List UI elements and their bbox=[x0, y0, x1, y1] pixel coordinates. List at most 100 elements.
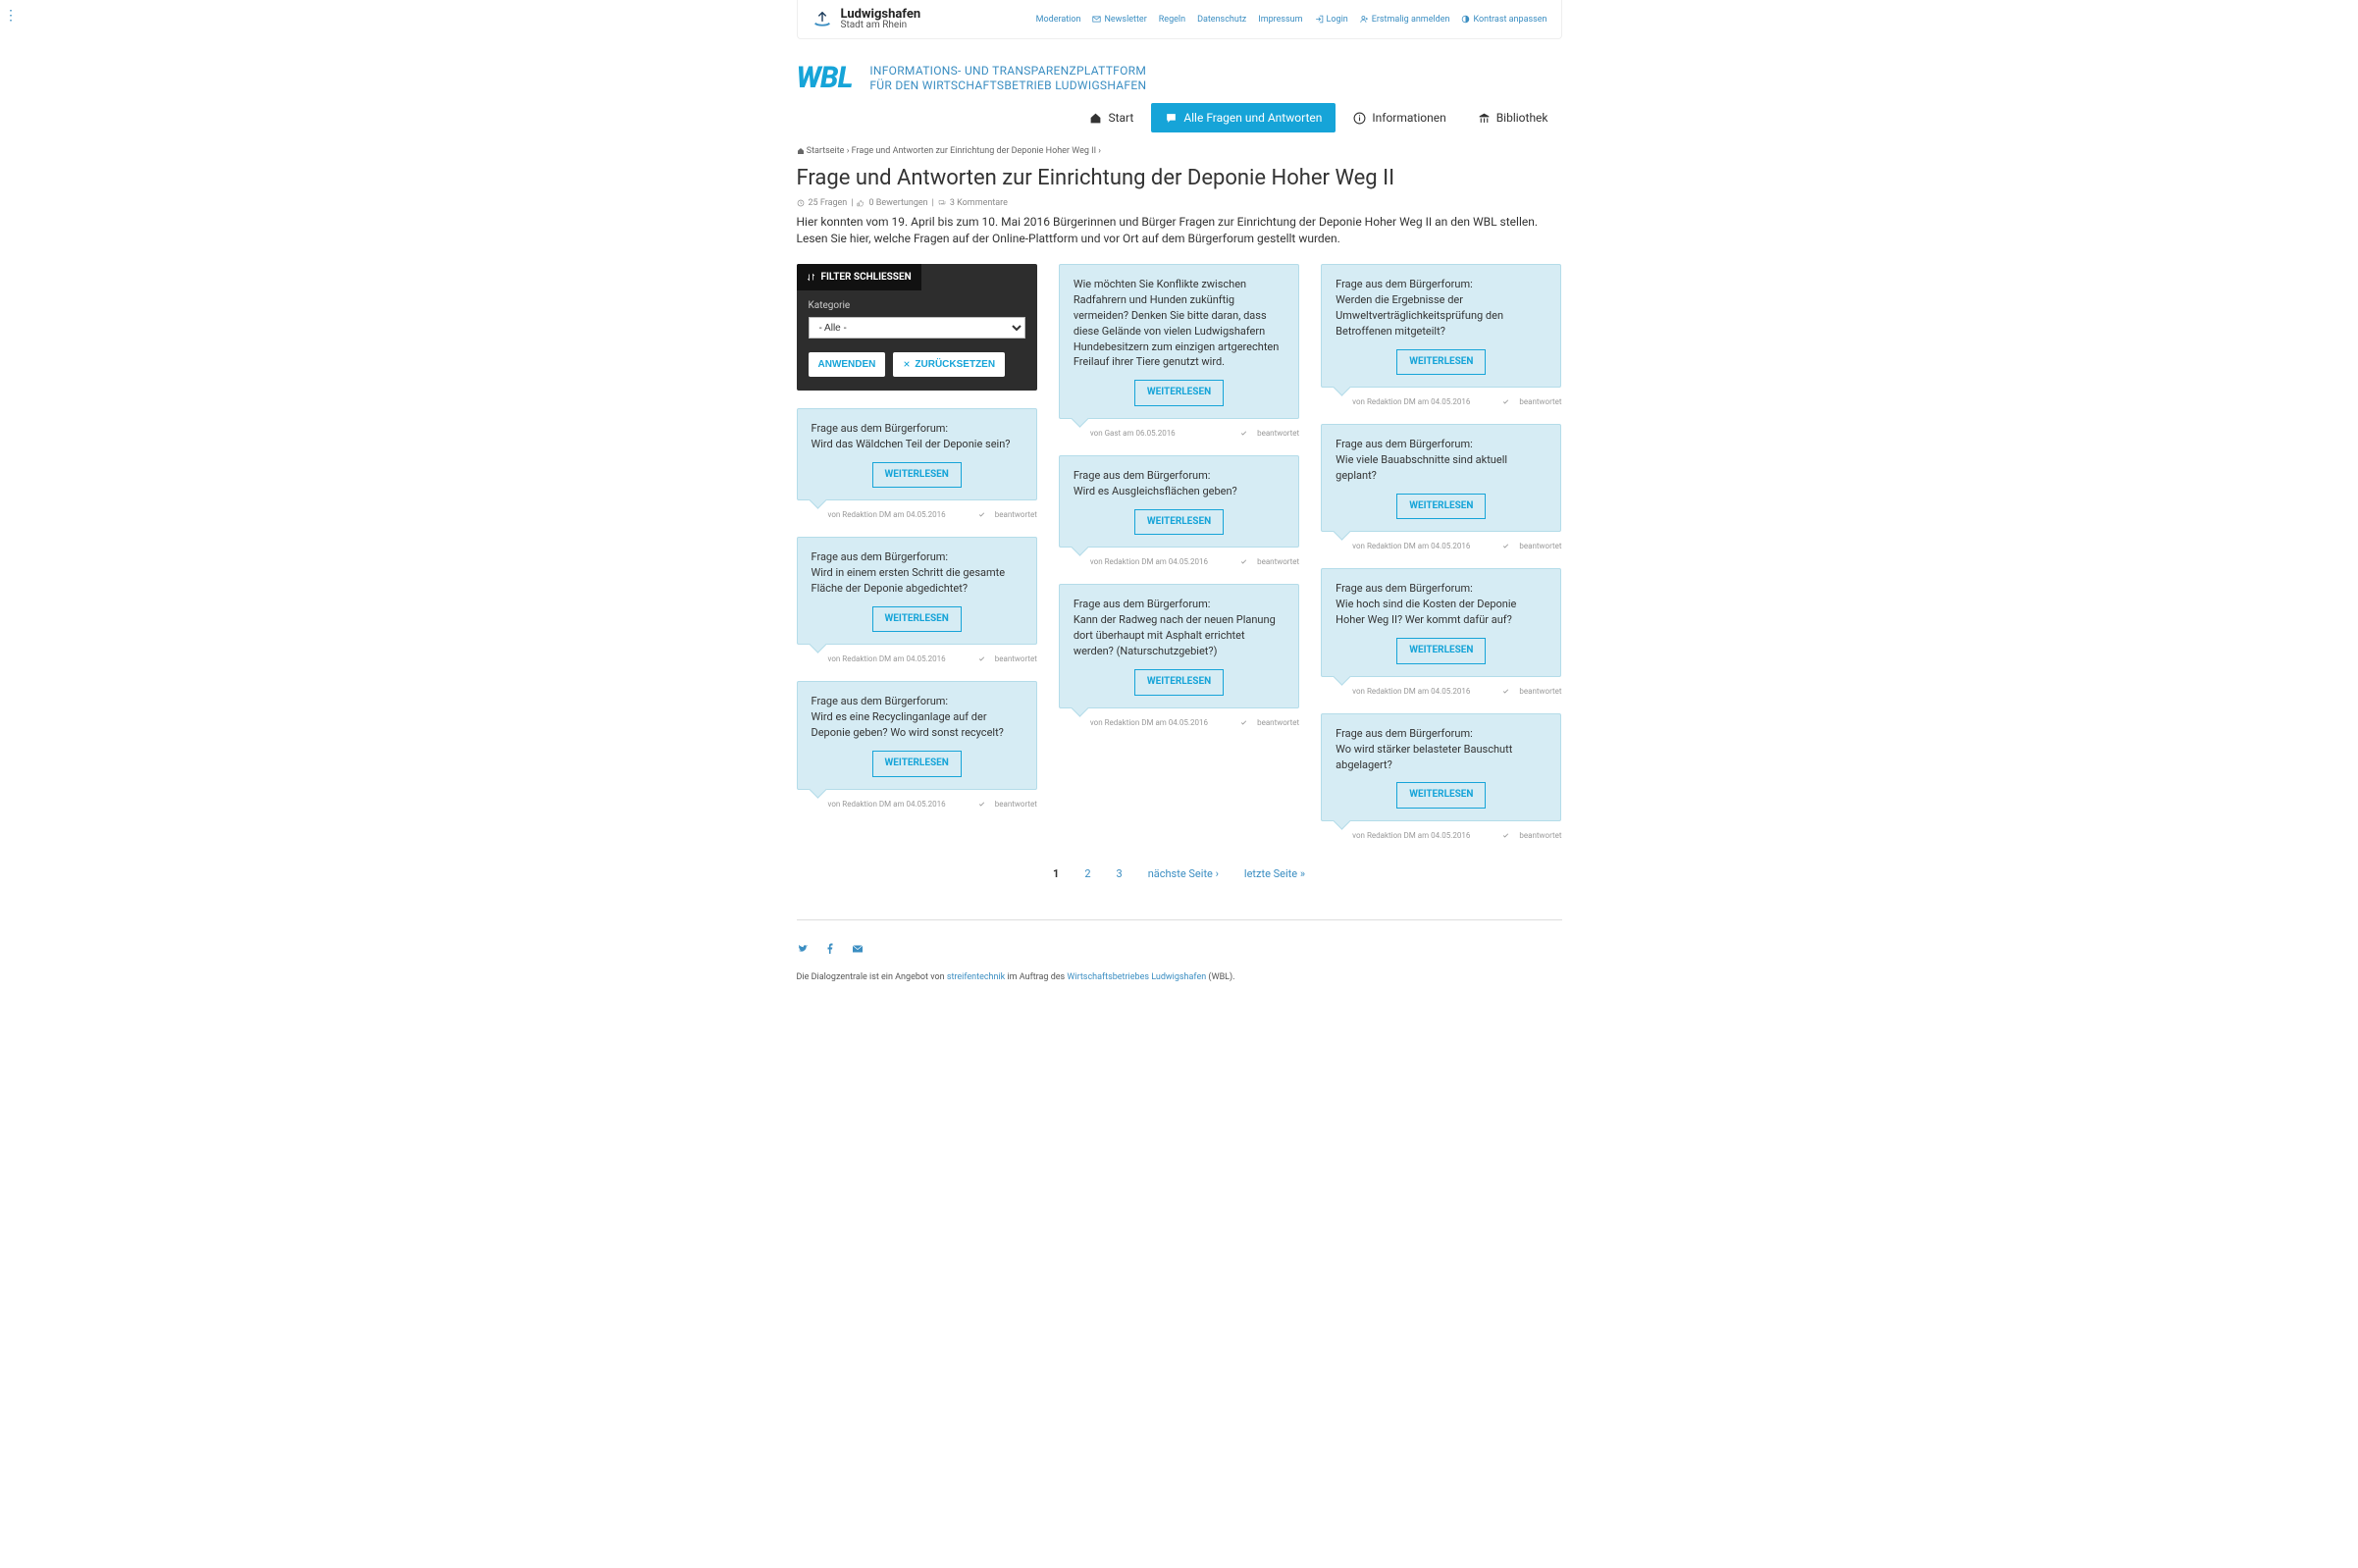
page-title: Frage und Antworten zur Einrichtung der … bbox=[797, 160, 1562, 198]
filter-apply-button[interactable]: ANWENDEN bbox=[809, 352, 886, 377]
question-text: Frage aus dem Bürgerforum: Wie hoch sind… bbox=[1336, 581, 1546, 628]
pagination: 1 2 3 nächste Seite › letzte Seite » bbox=[797, 840, 1562, 919]
read-more-button[interactable]: WEITERLESEN bbox=[1396, 349, 1486, 376]
home-icon bbox=[797, 147, 805, 155]
question-card: Frage aus dem Bürgerforum: Wie hoch sind… bbox=[1321, 568, 1561, 695]
question-text: Frage aus dem Bürgerforum: Wird es eine … bbox=[812, 694, 1022, 741]
nav-contrast[interactable]: Kontrast anpassen bbox=[1461, 15, 1546, 25]
card-meta: von Redaktion DM am 04.05.2016beantworte… bbox=[1321, 677, 1561, 696]
nav-newsletter[interactable]: Newsletter bbox=[1092, 15, 1146, 25]
pager-page-3[interactable]: 3 bbox=[1117, 867, 1123, 880]
social-twitter[interactable] bbox=[797, 940, 809, 959]
card-meta: von Redaktion DM am 04.05.2016beantworte… bbox=[797, 790, 1037, 809]
nav-all-qa[interactable]: Alle Fragen und Antworten bbox=[1151, 103, 1336, 132]
card-meta: von Redaktion DM am 04.05.2016beantworte… bbox=[797, 645, 1037, 663]
clock-icon bbox=[797, 199, 805, 207]
card-meta: von Redaktion DM am 04.05.2016beantworte… bbox=[1059, 708, 1299, 727]
card-meta: von Redaktion DM am 04.05.2016beantworte… bbox=[1321, 532, 1561, 550]
check-icon bbox=[978, 511, 985, 518]
sidebar-handle-icon[interactable]: ⋮ bbox=[4, 8, 18, 24]
footer-divider bbox=[797, 919, 1562, 920]
main-nav: Start Alle Fragen und Antworten Informat… bbox=[797, 103, 1562, 142]
pager-next[interactable]: nächste Seite › bbox=[1148, 867, 1219, 880]
thumbs-up-icon bbox=[857, 199, 865, 207]
read-more-button[interactable]: WEITERLESEN bbox=[1134, 669, 1224, 696]
home-icon bbox=[1089, 112, 1102, 125]
check-icon bbox=[1502, 543, 1509, 549]
question-card: Frage aus dem Bürgerforum: Wo wird stärk… bbox=[1321, 713, 1561, 840]
close-icon bbox=[903, 360, 911, 368]
nav-rules[interactable]: Regeln bbox=[1159, 15, 1185, 25]
read-more-button[interactable]: WEITERLESEN bbox=[1396, 494, 1486, 520]
card-meta: von Redaktion DM am 04.05.2016beantworte… bbox=[1321, 821, 1561, 840]
brand-subtitle: Stadt am Rhein bbox=[841, 21, 921, 30]
library-icon bbox=[1478, 112, 1491, 125]
user-plus-icon bbox=[1360, 15, 1369, 24]
sort-icon bbox=[807, 273, 815, 282]
city-logo-icon bbox=[812, 9, 833, 30]
question-text: Frage aus dem Bürgerforum: Kann der Radw… bbox=[1074, 597, 1284, 659]
filter-toggle[interactable]: FILTER SCHLIESSEN bbox=[797, 264, 921, 290]
filter-category-label: Kategorie bbox=[809, 300, 1025, 311]
pager-page-1: 1 bbox=[1053, 867, 1059, 880]
wbl-header: WBL INFORMATIONS- UND TRANSPARENZPLATTFO… bbox=[797, 39, 1562, 103]
nav-register[interactable]: Erstmalig anmelden bbox=[1360, 15, 1450, 25]
check-icon bbox=[978, 655, 985, 662]
nav-login[interactable]: Login bbox=[1315, 15, 1348, 25]
breadcrumb-current[interactable]: Frage und Antworten zur Einrichtung der … bbox=[852, 146, 1096, 156]
social-mail[interactable] bbox=[852, 940, 864, 959]
question-text: Frage aus dem Bürgerforum: Wo wird stärk… bbox=[1336, 726, 1546, 773]
question-card: Frage aus dem Bürgerforum: Wie viele Bau… bbox=[1321, 424, 1561, 550]
nav-bibliothek[interactable]: Bibliothek bbox=[1464, 103, 1562, 132]
read-more-button[interactable]: WEITERLESEN bbox=[1396, 638, 1486, 664]
social-facebook[interactable] bbox=[824, 940, 836, 959]
nav-privacy[interactable]: Datenschutz bbox=[1197, 15, 1246, 25]
check-icon bbox=[1502, 398, 1509, 405]
pager-page-2[interactable]: 2 bbox=[1084, 867, 1090, 880]
footer-link-wbl[interactable]: Wirtschaftsbetriebes Ludwigshafen bbox=[1067, 972, 1206, 982]
breadcrumb-home[interactable]: Startseite bbox=[807, 146, 845, 156]
breadcrumb: Startseite › Frage und Antworten zur Ein… bbox=[797, 142, 1562, 160]
footer-text: Die Dialogzentrale ist ein Angebot von s… bbox=[797, 972, 1562, 1012]
filter-category-select[interactable]: - Alle - bbox=[809, 317, 1025, 339]
card-meta: von Gast am 06.05.2016beantwortet bbox=[1059, 419, 1299, 438]
check-icon bbox=[1502, 832, 1509, 839]
info-icon bbox=[1353, 112, 1366, 125]
question-text: Frage aus dem Bürgerforum: Wie viele Bau… bbox=[1336, 437, 1546, 484]
check-icon bbox=[1240, 719, 1247, 726]
nav-start[interactable]: Start bbox=[1075, 103, 1147, 132]
read-more-button[interactable]: WEITERLESEN bbox=[1396, 782, 1486, 809]
pager-last[interactable]: letzte Seite » bbox=[1244, 867, 1305, 880]
read-more-button[interactable]: WEITERLESEN bbox=[872, 462, 962, 489]
read-more-button[interactable]: WEITERLESEN bbox=[872, 606, 962, 633]
mail-icon bbox=[1092, 15, 1101, 24]
question-text: Frage aus dem Bürgerforum: Wird in einem… bbox=[812, 549, 1022, 597]
question-card: Frage aus dem Bürgerforum: Wird es Ausgl… bbox=[1059, 455, 1299, 566]
footer-social bbox=[797, 934, 1562, 972]
question-card: Frage aus dem Bürgerforum: Wird es eine … bbox=[797, 681, 1037, 808]
read-more-button[interactable]: WEITERLESEN bbox=[1134, 509, 1224, 536]
check-icon bbox=[1240, 558, 1247, 565]
question-text: Frage aus dem Bürgerforum: Wird es Ausgl… bbox=[1074, 468, 1284, 499]
twitter-icon bbox=[797, 943, 809, 955]
check-icon bbox=[1502, 688, 1509, 695]
question-card: Frage aus dem Bürgerforum: Wird das Wäld… bbox=[797, 408, 1037, 519]
speech-bubble-icon bbox=[1165, 112, 1178, 125]
site-brand[interactable]: Ludwigshafen Stadt am Rhein bbox=[812, 8, 921, 30]
footer-link-streifentechnik[interactable]: streifentechnik bbox=[947, 972, 1005, 982]
login-icon bbox=[1315, 15, 1324, 24]
question-text: Wie möchten Sie Konflikte zwischen Radfa… bbox=[1074, 277, 1284, 371]
nav-moderation[interactable]: Moderation bbox=[1036, 15, 1081, 25]
nav-impressum[interactable]: Impressum bbox=[1258, 15, 1302, 25]
mail-icon bbox=[852, 943, 864, 955]
card-meta: von Redaktion DM am 04.05.2016beantworte… bbox=[1059, 548, 1299, 566]
question-card: Frage aus dem Bürgerforum: Werden die Er… bbox=[1321, 264, 1561, 406]
filter-reset-button[interactable]: ZURÜCKSETZEN bbox=[893, 352, 1005, 377]
top-bar: Ludwigshafen Stadt am Rhein Moderation N… bbox=[797, 0, 1562, 39]
read-more-button[interactable]: WEITERLESEN bbox=[1134, 380, 1224, 406]
wbl-logo: WBL bbox=[797, 61, 853, 95]
question-card: Frage aus dem Bürgerforum: Kann der Radw… bbox=[1059, 584, 1299, 726]
comments-icon bbox=[938, 199, 946, 207]
read-more-button[interactable]: WEITERLESEN bbox=[872, 751, 962, 777]
nav-informationen[interactable]: Informationen bbox=[1339, 103, 1459, 132]
